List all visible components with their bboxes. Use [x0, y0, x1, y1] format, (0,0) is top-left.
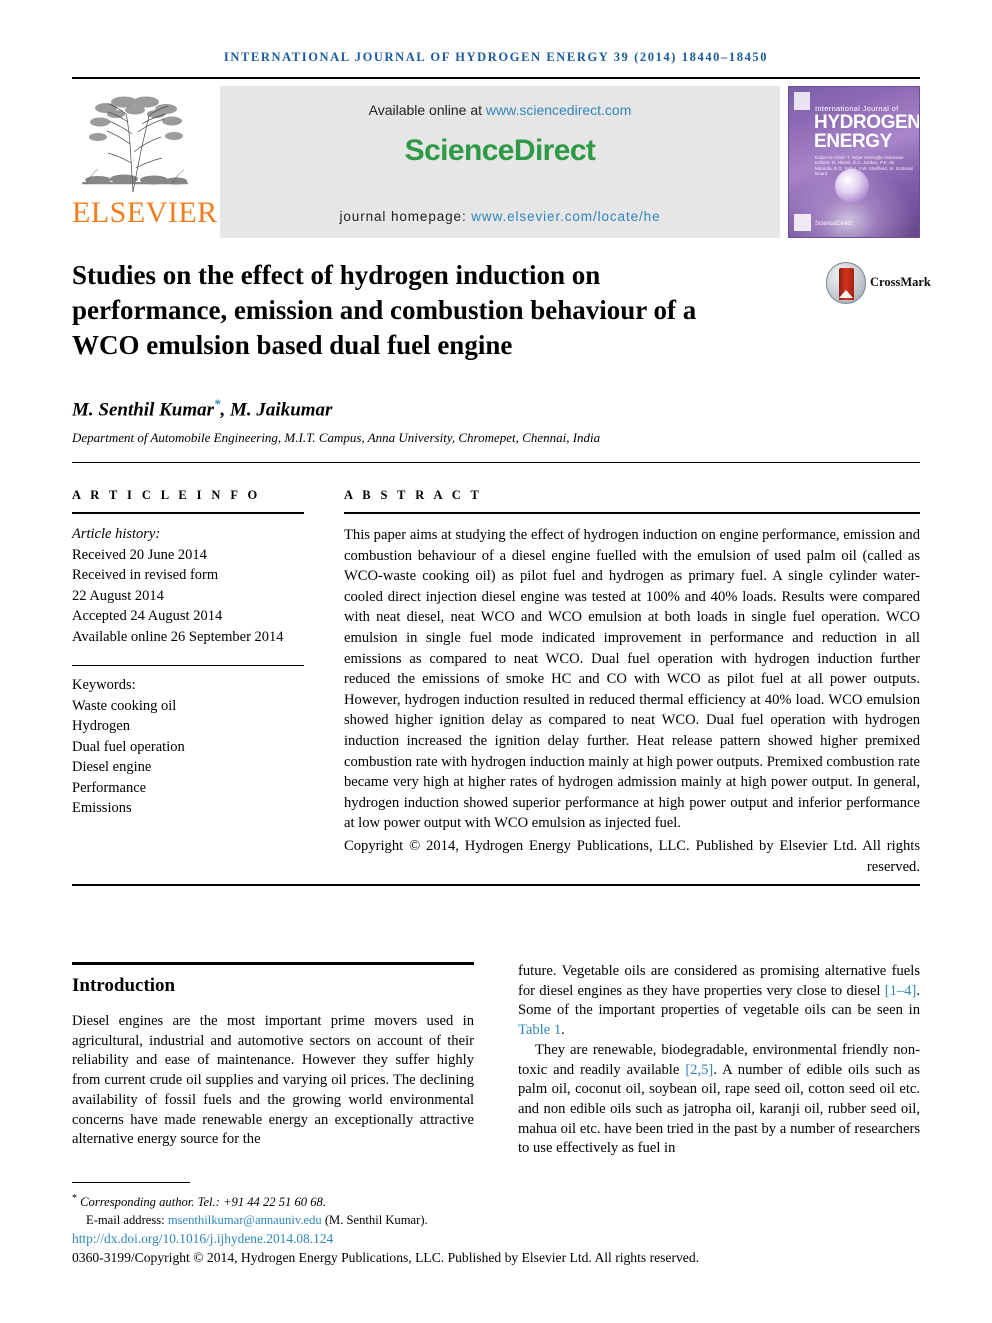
keyword-item: Dual fuel operation	[72, 738, 185, 755]
masthead: ELSEVIER Available online at www.science…	[72, 86, 920, 238]
keyword-item: Emissions	[72, 800, 132, 816]
keyword-item: Performance	[72, 779, 147, 796]
page-title: Studies on the effect of hydrogen induct…	[72, 260, 697, 360]
introduction-left-column: Diesel engines are the most important pr…	[72, 1013, 474, 1148]
journal-homepage-line: journal homepage: www.elsevier.com/locat…	[220, 209, 780, 224]
cover-big-title: HYDROGEN ENERGY	[814, 112, 920, 152]
history-item: Accepted 24 August 2014	[72, 608, 223, 624]
cover-sciencedirect-mark-icon	[794, 214, 811, 231]
crossmark-notch-shape	[839, 290, 853, 298]
author-list: M. Senthil Kumar*, M. Jaikumar	[72, 396, 772, 421]
affiliation: Department of Automobile Engineering, M.…	[72, 430, 601, 445]
running-head: International Journal of Hydrogen Energy…	[223, 50, 769, 64]
keywords-block: Keywords: Waste cooking oil Hydrogen Dua…	[72, 675, 304, 819]
crossmark-label: CrossMark	[870, 275, 931, 289]
journal-homepage-label: journal homepage:	[339, 209, 472, 224]
sciencedirect-band: Available online at www.sciencedirect.co…	[220, 86, 780, 238]
article-info-rule	[72, 512, 304, 514]
history-item: Available online 26 September 2014	[72, 628, 284, 645]
cover-sciencedirect-text: ScienceDirect	[815, 221, 853, 227]
email-line: E-mail address: msenthilkumar@annauniv.e…	[72, 1212, 920, 1229]
footnote-rule	[72, 1182, 190, 1183]
corresponding-author-line: * Corresponding author. Tel.: +91 44 22 …	[72, 1190, 920, 1212]
available-online-label: Available online at	[368, 102, 486, 118]
citation-link-1-4[interactable]: [1–4]	[885, 983, 917, 999]
email-suffix: (M. Senthil Kumar).	[321, 1212, 428, 1227]
article-info-column: A R T I C L E I N F O Article history: R…	[72, 488, 304, 819]
crossmark-icon	[826, 262, 866, 304]
affiliation-rule	[72, 462, 920, 463]
elsevier-tree-icon	[82, 96, 188, 193]
article-history-block: Article history: Received 20 June 2014 R…	[72, 524, 304, 647]
history-item: Received in revised form	[72, 567, 219, 583]
author-secondary: , M. Jaikumar	[220, 399, 333, 421]
cover-editor-meta: Editor-in-Chief: T. Nejat Veziroğlu Asso…	[815, 155, 913, 177]
header-rule	[72, 77, 920, 79]
keyword-item: Hydrogen	[72, 718, 130, 734]
abstract-text: This paper aims at studying the effect o…	[344, 527, 920, 832]
issn-copyright-line: 0360-3199/Copyright © 2014, Hydrogen Ene…	[72, 1250, 700, 1266]
article-page: International Journal of Hydrogen Energy…	[0, 0, 992, 1323]
author-primary: M. Senthil Kumar	[72, 399, 215, 421]
abstract-copyright: Copyright © 2014, Hydrogen Energy Public…	[344, 837, 920, 875]
intro-paragraph-1: future. Vegetable oils are considered as…	[518, 962, 920, 1041]
history-item: 22 August 2014	[72, 587, 164, 604]
abstract-column: A B S T R A C T This paper aims at study…	[344, 488, 920, 877]
elsevier-wordmark: ELSEVIER	[72, 196, 218, 229]
footnote-asterisk: *	[72, 1193, 77, 1204]
crossmark-badge[interactable]: CrossMark	[826, 262, 931, 310]
sciencedirect-url-link[interactable]: www.sciencedirect.com	[486, 102, 632, 118]
intro-p1-part-a: future. Vegetable oils are considered as…	[518, 963, 920, 999]
keyword-item: Diesel engine	[72, 759, 152, 775]
keywords-rule	[72, 665, 304, 666]
abstract-heading: A B S T R A C T	[344, 488, 483, 502]
footnote-block: * Corresponding author. Tel.: +91 44 22 …	[72, 1190, 920, 1267]
introduction-rule	[72, 962, 474, 965]
article-history-label: Article history:	[72, 526, 161, 542]
keywords-label: Keywords:	[72, 677, 136, 693]
abstract-bottom-rule	[72, 884, 920, 886]
citation-link-2-5[interactable]: [2,5]	[685, 1062, 713, 1078]
email-link[interactable]: msenthilkumar@annauniv.edu	[168, 1213, 322, 1227]
abstract-rule	[344, 512, 920, 514]
intro-paragraph-2: They are renewable, biodegradable, envir…	[518, 1041, 920, 1159]
history-item: Received 20 June 2014	[72, 546, 207, 563]
keyword-item: Waste cooking oil	[72, 697, 177, 714]
cover-elsevier-mark-icon	[794, 92, 810, 110]
corresponding-author-text: Corresponding author. Tel.: +91 44 22 51…	[80, 1195, 326, 1210]
introduction-right-column: future. Vegetable oils are considered as…	[518, 962, 920, 1159]
introduction-heading: Introduction	[72, 975, 176, 996]
intro-p1-part-c: .	[561, 1022, 565, 1039]
journal-cover-thumbnail[interactable]: International Journal of HYDROGEN ENERGY…	[788, 86, 920, 238]
table-1-link[interactable]: Table 1	[518, 1022, 561, 1038]
doi-link[interactable]: http://dx.doi.org/10.1016/j.ijhydene.201…	[72, 1230, 920, 1247]
article-info-heading: A R T I C L E I N F O	[72, 488, 261, 502]
journal-homepage-link[interactable]: www.elsevier.com/locate/he	[471, 209, 660, 224]
available-online-line: Available online at www.sciencedirect.co…	[220, 102, 780, 118]
sciencedirect-logo[interactable]: ScienceDirect	[220, 134, 780, 168]
email-label: E-mail address:	[86, 1212, 168, 1227]
elsevier-logo: ELSEVIER	[72, 86, 218, 238]
